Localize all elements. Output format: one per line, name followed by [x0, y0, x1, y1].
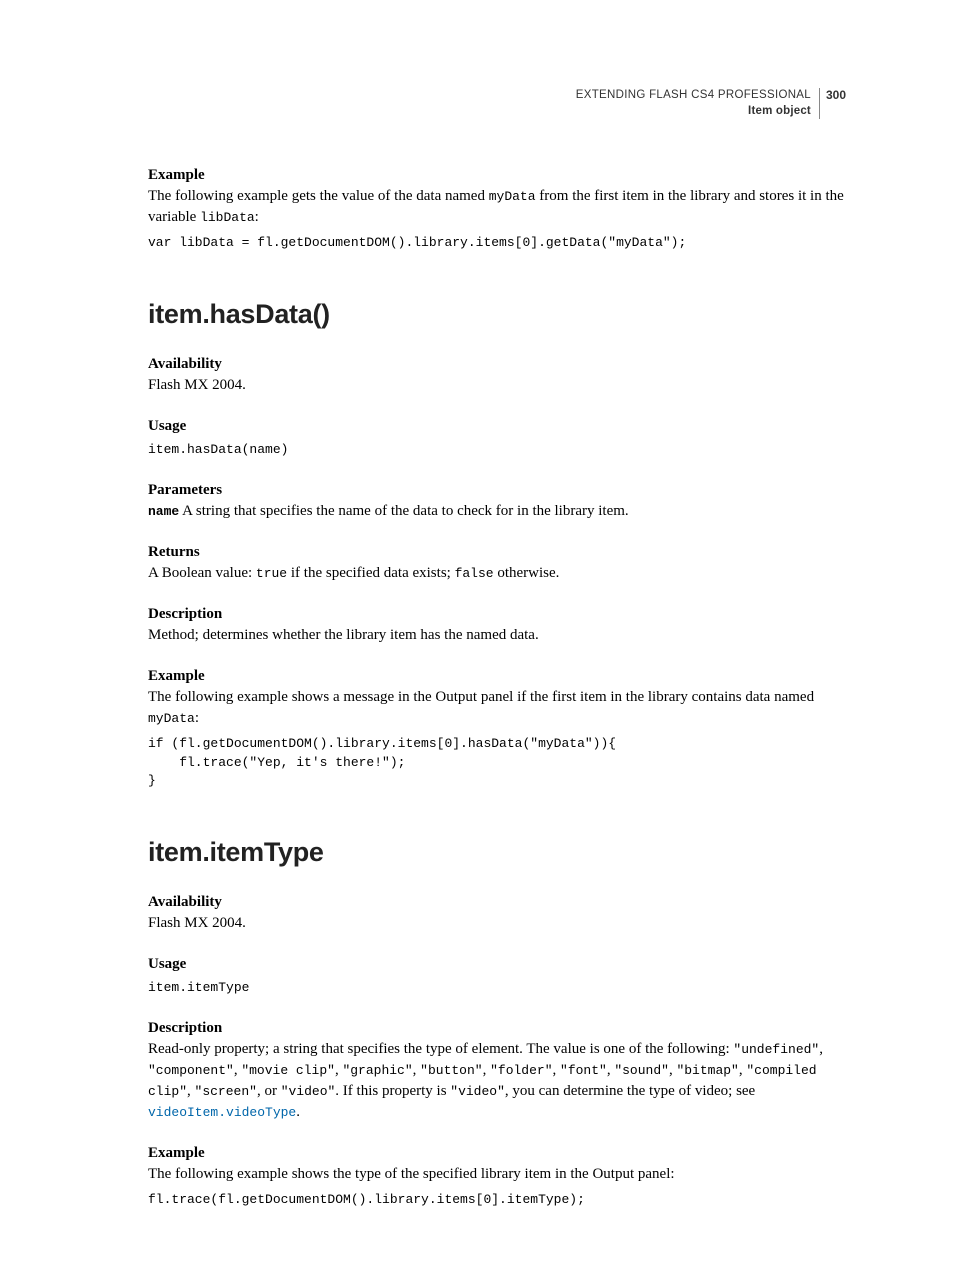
description-text: Method; determines whether the library i…	[148, 625, 846, 646]
inline-code: "font"	[560, 1063, 607, 1078]
label-usage: Usage	[148, 418, 846, 435]
inline-code: "undefined"	[733, 1042, 819, 1057]
xref-link[interactable]: videoItem.videoType	[148, 1105, 296, 1120]
label-example: Example	[148, 1145, 846, 1162]
inline-code: "button"	[420, 1063, 482, 1078]
page-content: EXTENDING FLASH CS4 PROFESSIONAL Item ob…	[0, 0, 954, 1270]
example-text: The following example shows the type of …	[148, 1164, 846, 1185]
inline-code: myData	[148, 711, 195, 726]
inline-code: libData	[200, 210, 255, 225]
code-block: var libData = fl.getDocumentDOM().librar…	[148, 234, 846, 253]
parameter-line: name A string that specifies the name of…	[148, 501, 846, 522]
example-intro: The following example gets the value of …	[148, 186, 846, 228]
label-returns: Returns	[148, 544, 846, 561]
code-block: fl.trace(fl.getDocumentDOM().library.ite…	[148, 1191, 846, 1210]
label-availability: Availability	[148, 894, 846, 911]
label-parameters: Parameters	[148, 482, 846, 499]
page-number: 300	[820, 88, 846, 102]
example-text: The following example shows a message in…	[148, 687, 846, 729]
availability-text: Flash MX 2004.	[148, 375, 846, 396]
inline-code: "sound"	[614, 1063, 669, 1078]
label-usage: Usage	[148, 956, 846, 973]
usage-code: item.hasData(name)	[148, 441, 846, 460]
inline-code: "movie clip"	[241, 1063, 335, 1078]
heading-itemtype: item.itemType	[148, 837, 846, 868]
usage-code: item.itemType	[148, 979, 846, 998]
section-label-example: Example	[148, 167, 846, 184]
param-name: name	[148, 504, 179, 519]
label-availability: Availability	[148, 356, 846, 373]
inline-code: "component"	[148, 1063, 234, 1078]
availability-text: Flash MX 2004.	[148, 913, 846, 934]
inline-code: "video"	[450, 1084, 505, 1099]
book-title: EXTENDING FLASH CS4 PROFESSIONAL	[576, 88, 811, 104]
inline-code: "bitmap"	[676, 1063, 738, 1078]
label-description: Description	[148, 606, 846, 623]
inline-code: "folder"	[490, 1063, 552, 1078]
returns-text: A Boolean value: true if the specified d…	[148, 563, 846, 584]
inline-code: myData	[489, 189, 536, 204]
label-description: Description	[148, 1020, 846, 1037]
chapter-title: Item object	[576, 104, 811, 120]
header-text: EXTENDING FLASH CS4 PROFESSIONAL Item ob…	[576, 88, 820, 119]
page-header: EXTENDING FLASH CS4 PROFESSIONAL Item ob…	[148, 88, 846, 119]
label-example: Example	[148, 668, 846, 685]
inline-code: "video"	[281, 1084, 336, 1099]
inline-code: true	[256, 566, 287, 581]
heading-hasdata: item.hasData()	[148, 299, 846, 330]
inline-code: false	[455, 566, 494, 581]
inline-code: "screen"	[195, 1084, 257, 1099]
description-text: Read-only property; a string that specif…	[148, 1039, 846, 1123]
code-block: if (fl.getDocumentDOM().library.items[0]…	[148, 735, 846, 792]
inline-code: "graphic"	[342, 1063, 412, 1078]
